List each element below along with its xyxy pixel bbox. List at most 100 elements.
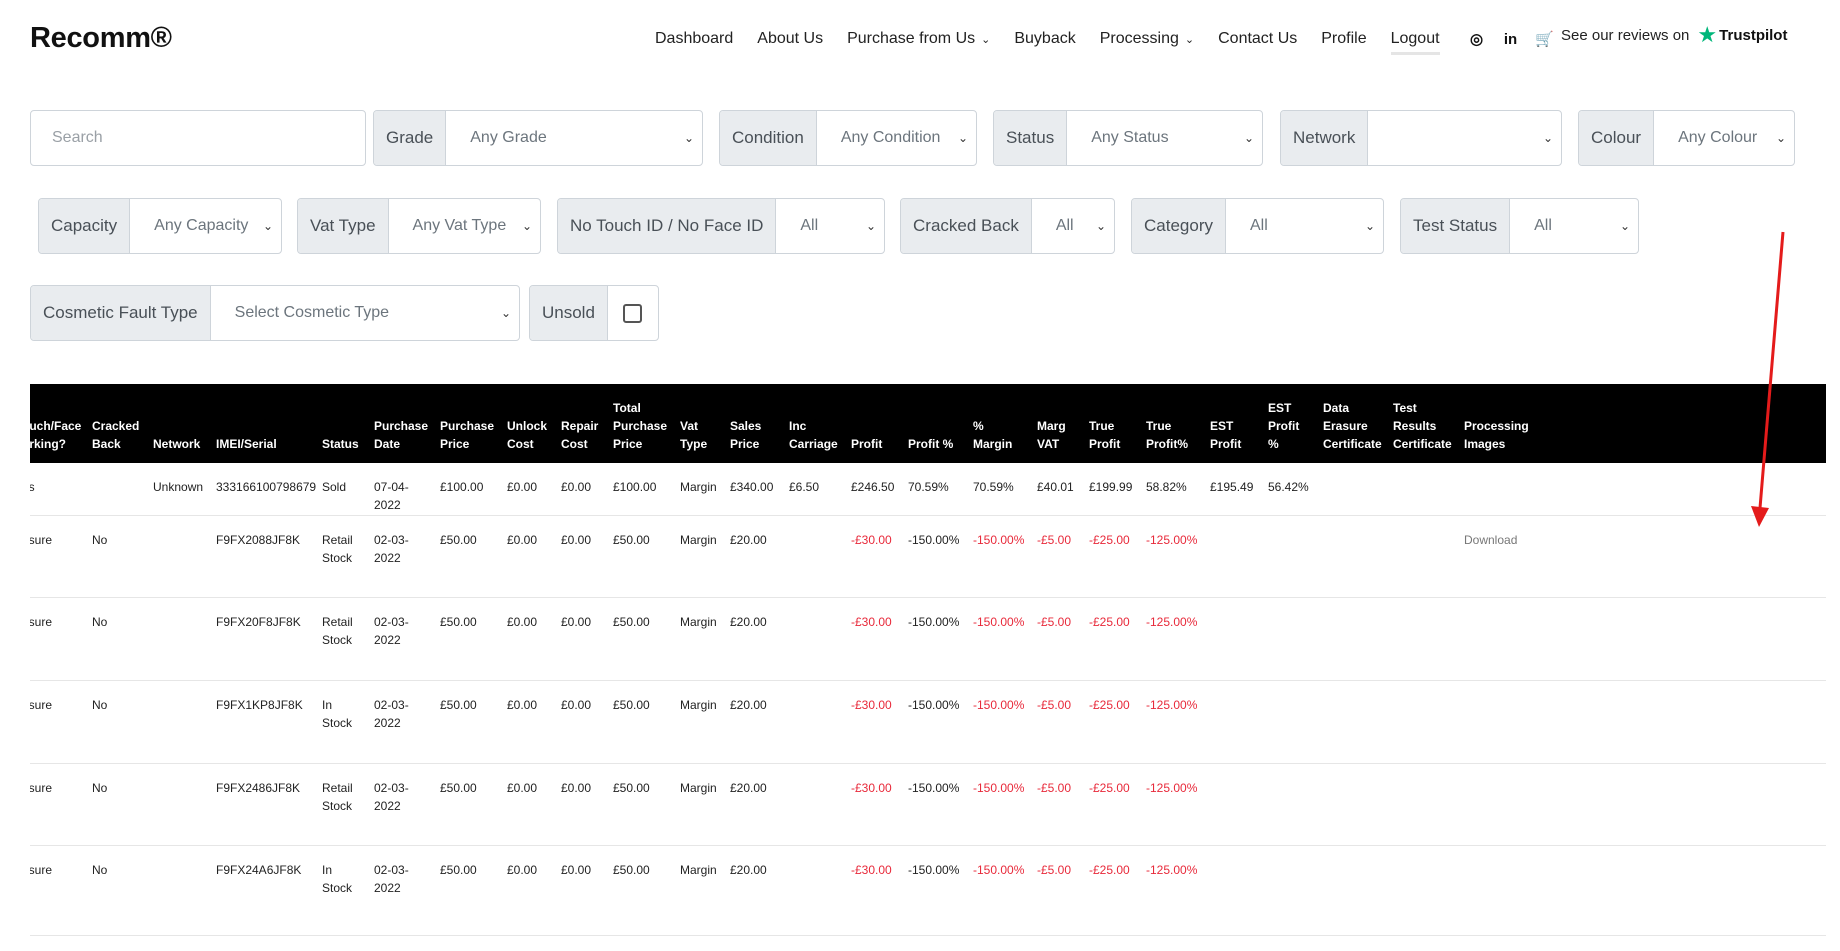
cracked-back-filter[interactable]: Cracked Back All ⌄ bbox=[900, 198, 1115, 254]
column-header[interactable]: True Profit% bbox=[1146, 417, 1188, 453]
test-status-filter[interactable]: Test Status All ⌄ bbox=[1400, 198, 1639, 254]
table-cell: -£25.00 bbox=[1089, 615, 1130, 629]
column-header-line: Type bbox=[680, 437, 708, 451]
vat-type-filter[interactable]: Vat Type Any Vat Type ⌄ bbox=[297, 198, 541, 254]
no-touch-id-filter[interactable]: No Touch ID / No Face ID All ⌄ bbox=[557, 198, 885, 254]
column-header[interactable]: Inc Carriage bbox=[789, 417, 838, 453]
column-header[interactable]: Vat Type bbox=[680, 417, 707, 453]
table-cell: -150.00% bbox=[908, 615, 960, 629]
colour-filter[interactable]: Colour Any Colour ⌄ bbox=[1578, 110, 1795, 166]
table-cell: £6.50 bbox=[789, 480, 820, 494]
table-cell: F9FX2486JF8K bbox=[216, 781, 301, 795]
column-header[interactable]: Network bbox=[153, 435, 200, 453]
brand-logo[interactable]: Recomm® bbox=[30, 22, 172, 55]
table-cell: £20.00 bbox=[730, 863, 767, 877]
column-header[interactable]: Test Results Certificate bbox=[1393, 399, 1452, 453]
grade-filter[interactable]: Grade Any Grade ⌄ bbox=[373, 110, 703, 166]
column-header[interactable]: Purchase Date bbox=[374, 417, 428, 453]
condition-select[interactable]: Any Condition ⌄ bbox=[817, 111, 976, 165]
nav-logout[interactable]: Logout bbox=[1390, 30, 1440, 55]
column-header[interactable]: Profit bbox=[851, 435, 882, 453]
vat-type-select[interactable]: Any Vat Type ⌄ bbox=[389, 199, 540, 253]
table-row[interactable]: es Unknown 333166100798679 Sold 07-04-2022 £1… bbox=[30, 463, 1826, 516]
column-header[interactable]: Sales Price bbox=[730, 417, 761, 453]
category-value: All bbox=[1249, 217, 1268, 234]
column-header[interactable]: Data Erasure Certificate bbox=[1323, 399, 1382, 453]
table-row[interactable]: nsure No F9FX1KP8JF8K InStock 02-03-2022 £50.… bbox=[30, 681, 1826, 764]
unsold-filter[interactable]: Unsold bbox=[529, 285, 659, 341]
capacity-filter[interactable]: Capacity Any Capacity ⌄ bbox=[38, 198, 282, 254]
trustpilot-badge[interactable]: See our reviews on ★ Trustpilot bbox=[1561, 24, 1787, 46]
status-select[interactable]: Any Status ⌄ bbox=[1067, 111, 1262, 165]
column-header[interactable]: Purchase Price bbox=[440, 417, 494, 453]
colour-select[interactable]: Any Colour ⌄ bbox=[1654, 111, 1794, 165]
column-header[interactable]: Cracked Back bbox=[92, 417, 139, 453]
table-cell: Margin bbox=[680, 863, 717, 877]
table-cell: -125.00% bbox=[1146, 698, 1198, 712]
table-cell: es bbox=[30, 480, 35, 494]
nav-dashboard[interactable]: Dashboard bbox=[655, 30, 733, 48]
cracked-back-select[interactable]: All ⌄ bbox=[1032, 199, 1114, 253]
capacity-select[interactable]: Any Capacity ⌄ bbox=[130, 199, 281, 253]
column-header[interactable]: ouch/Face orking? bbox=[30, 417, 81, 453]
chevron-down-icon: ⌄ bbox=[1542, 131, 1553, 145]
column-header[interactable]: % Margin bbox=[973, 417, 1012, 453]
column-header-line: Profit bbox=[1210, 437, 1242, 451]
table-cell: F9FX1KP8JF8K bbox=[216, 698, 303, 712]
test-status-label: Test Status bbox=[1401, 199, 1511, 253]
table-cell: 02-03- 2022 bbox=[374, 533, 409, 565]
no-touch-id-label: No Touch ID / No Face ID bbox=[558, 199, 777, 253]
nav-about-us[interactable]: About Us bbox=[757, 30, 823, 48]
table-row[interactable]: nsure No F9FX2486JF8K RetailStock 02-03-2022… bbox=[30, 764, 1826, 846]
nav-buyback[interactable]: Buyback bbox=[1014, 30, 1075, 48]
grade-select[interactable]: Any Grade ⌄ bbox=[446, 111, 702, 165]
network-select[interactable]: ⌄ bbox=[1368, 111, 1561, 165]
table-row[interactable]: nsure No F9FX2088JF8K RetailStock 02-03-2022… bbox=[30, 516, 1826, 598]
column-header[interactable]: EST Profit% bbox=[1268, 399, 1299, 453]
nav-purchase[interactable]: Purchase from Us ⌄ bbox=[847, 30, 990, 48]
column-header[interactable]: Marg VAT bbox=[1037, 417, 1066, 453]
table-cell: £0.00 bbox=[561, 863, 592, 877]
column-header-line: Back bbox=[92, 437, 121, 451]
column-header-line: % bbox=[973, 419, 984, 433]
category-select[interactable]: All ⌄ bbox=[1226, 199, 1383, 253]
table-row[interactable]: nsure No F9FX24A6JF8K InStock 02-03-2022 £50.… bbox=[30, 846, 1826, 936]
nav-profile[interactable]: Profile bbox=[1321, 30, 1366, 48]
column-header-line: True bbox=[1089, 419, 1115, 433]
column-header[interactable]: Unlock Cost bbox=[507, 417, 547, 453]
cosmetic-fault-select[interactable]: Select Cosmetic Type ⌄ bbox=[211, 286, 519, 340]
nav-contact-us[interactable]: Contact Us bbox=[1218, 30, 1297, 48]
unsold-checkbox[interactable] bbox=[623, 303, 643, 323]
column-header[interactable]: Repair Cost bbox=[561, 417, 598, 453]
cosmetic-fault-filter[interactable]: Cosmetic Fault Type Select Cosmetic Type… bbox=[30, 285, 520, 341]
linkedin-icon[interactable]: in bbox=[1502, 30, 1520, 48]
table-cell: £246.50 bbox=[851, 480, 895, 494]
network-label: Network bbox=[1281, 111, 1369, 165]
search-input[interactable]: Search bbox=[30, 110, 366, 166]
category-filter[interactable]: Category All ⌄ bbox=[1131, 198, 1384, 254]
column-header[interactable]: True Profit bbox=[1089, 417, 1120, 453]
column-header-line: Results bbox=[1393, 419, 1437, 433]
column-header[interactable]: Profit % bbox=[908, 435, 953, 453]
nav-purchase-label: Purchase from Us bbox=[847, 30, 976, 47]
download-link[interactable]: Download bbox=[1464, 531, 1517, 549]
cart-icon[interactable]: 🛒 bbox=[1535, 30, 1554, 48]
table-cell: Unknown bbox=[153, 480, 204, 494]
network-filter[interactable]: Network ⌄ bbox=[1280, 110, 1562, 166]
column-header[interactable]: IMEI/Serial bbox=[216, 435, 277, 453]
column-header[interactable]: Status bbox=[322, 435, 359, 453]
test-status-select[interactable]: All ⌄ bbox=[1510, 199, 1638, 253]
nav-processing[interactable]: Processing ⌄ bbox=[1100, 30, 1194, 48]
no-touch-id-select[interactable]: All ⌄ bbox=[776, 199, 884, 253]
column-header[interactable]: Total Purchase Price bbox=[613, 399, 667, 453]
whatsapp-icon[interactable]: ◎ bbox=[1468, 30, 1486, 48]
column-header[interactable]: Processing Images bbox=[1464, 417, 1529, 453]
table-cell: £50.00 bbox=[440, 863, 477, 877]
table-cell: £199.99 bbox=[1089, 480, 1133, 494]
table-row[interactable]: nsure No F9FX20F8JF8K RetailStock 02-03-2022… bbox=[30, 598, 1826, 681]
column-header[interactable]: EST Profit bbox=[1210, 417, 1241, 453]
column-header-line: Purchase bbox=[374, 419, 429, 433]
status-filter[interactable]: Status Any Status ⌄ bbox=[993, 110, 1263, 166]
condition-filter[interactable]: Condition Any Condition ⌄ bbox=[719, 110, 977, 166]
table-cell: £20.00 bbox=[730, 533, 767, 547]
